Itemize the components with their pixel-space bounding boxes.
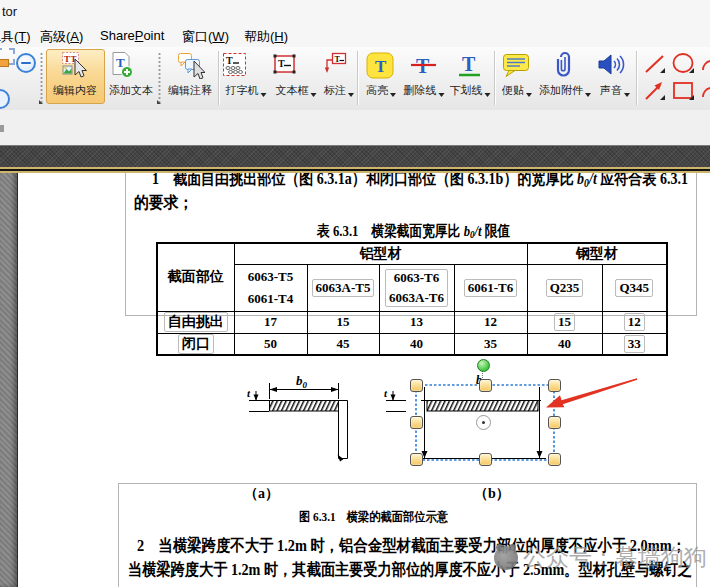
col-header: 6061-T6 [454, 264, 527, 311]
edit-content-label: 编辑内容 [53, 83, 97, 98]
highlight-icon: T [366, 52, 394, 79]
selection-handle-s[interactable] [479, 453, 492, 466]
table-group-steel: 钢型材 [527, 243, 667, 264]
selection-handle-se[interactable] [548, 453, 561, 466]
partial-circle-button[interactable] [0, 89, 10, 109]
table-cell: 35 [454, 333, 527, 355]
row-label: 闭口 [157, 333, 234, 355]
rotate-handle[interactable] [477, 359, 490, 372]
col-header: Q235 [527, 264, 602, 311]
svg-text:T: T [462, 53, 476, 75]
limits-table: 截面部位 铝型材 钢型材 6063-T56061-T4 6063A-T5 606… [156, 242, 668, 356]
table-title: 表 6.3.1 横梁截面宽厚比 b0/t 限值 [317, 222, 510, 241]
sound-label[interactable]: 声音 [600, 83, 630, 98]
underline-label[interactable]: 下划线 [450, 83, 491, 98]
table-cell: 50 [234, 333, 307, 355]
window-titlebar: tor [0, 0, 710, 22]
table-corner-cell: 截面部位 [157, 243, 234, 311]
sticky-note-label[interactable]: 便贴 [502, 83, 532, 98]
figure-label-a: （a） [244, 485, 279, 503]
table-cell: 40 [527, 333, 602, 355]
selection-handle-n[interactable] [479, 379, 492, 392]
figure-caption: 图 6.3.1 横梁的截面部位示意 [299, 509, 448, 526]
table-cell: 45 [307, 333, 379, 355]
row-label: 自由挑出 [157, 311, 234, 333]
selection-handle-e[interactable] [548, 416, 561, 429]
col-header: 6063A-T5 [307, 264, 379, 311]
figure-label-b: （b） [474, 485, 510, 503]
table-cell: 33 [602, 333, 667, 355]
table-cell: 15 [307, 311, 379, 333]
partial-tool-icons [701, 52, 710, 103]
attachment-icon [553, 50, 577, 80]
selection-handle-w[interactable] [410, 416, 423, 429]
edit-annotation-label: 编辑注释 [168, 83, 212, 98]
menu-sharepoint[interactable]: SharePoint [96, 26, 168, 45]
table-cell: 15 [527, 311, 602, 333]
ellipse-tool-icon[interactable] [671, 52, 697, 76]
add-text-label: 添加文本 [109, 83, 153, 98]
selection-handle-nw[interactable] [410, 379, 423, 392]
selection-center-marker [476, 415, 491, 430]
menu-window[interactable]: 窗口(W) [178, 26, 233, 48]
table-cell: 40 [379, 333, 454, 355]
highlight-label[interactable]: 高亮 [366, 83, 396, 98]
strikethrough-label[interactable]: 删除线 [404, 83, 445, 98]
edit-content-icon: T T [61, 51, 88, 79]
table-cell: 12 [602, 311, 667, 333]
svg-text:T: T [226, 55, 233, 66]
watermark: 公众号：幕墙狗狗 [494, 542, 707, 573]
gold-divider [0, 167, 710, 173]
strikethrough-icon: T [410, 52, 437, 79]
col-header: 6063-T66063A-T6 [379, 264, 454, 311]
menu-help[interactable]: 帮助(H) [240, 26, 292, 48]
partial-icon-2 [0, 59, 9, 67]
svg-text:T: T [64, 54, 70, 64]
toolbar-substrip [0, 110, 710, 145]
arrow-tool-icon[interactable] [642, 79, 668, 103]
svg-text:T: T [335, 55, 341, 64]
table-cell: 12 [454, 311, 527, 333]
edit-annotation-icon [177, 51, 205, 79]
window-title: tor [2, 4, 17, 19]
svg-text:T: T [375, 57, 387, 76]
table-group-aluminum: 铝型材 [234, 243, 527, 264]
svg-text:T: T [278, 58, 285, 69]
sticky-note-icon [502, 52, 530, 79]
textbox-icon: T [272, 52, 297, 77]
typewriter-label[interactable]: 打字机 [226, 83, 267, 98]
textbox-label[interactable]: 文本框 [276, 83, 317, 98]
pdf-editor-window: 1 截面自由挑出部位（图 6.3.1a）和闭口部位（图 6.3.1b）的宽厚比 … [0, 0, 710, 587]
watermark-logo-icon [494, 546, 518, 570]
svg-text:b0: b0 [296, 373, 308, 390]
document-pane-top-band [0, 145, 710, 169]
menubar: 工具(T) 高级(A) SharePoint 窗口(W) 帮助(H) [0, 22, 710, 47]
table-cell: 17 [234, 311, 307, 333]
para1-line2: 的要求； [134, 192, 193, 214]
table-cell: 13 [379, 311, 454, 333]
svg-text:t: t [384, 387, 388, 399]
underline-icon: T [456, 52, 483, 79]
col-header: 6063-T56061-T4 [234, 264, 307, 311]
typewriter-icon: T [222, 52, 247, 77]
attachment-label[interactable]: 添加附件 [539, 83, 591, 98]
add-text-icon: T [108, 51, 134, 79]
menu-tools[interactable]: 工具(T) [0, 26, 35, 48]
document-canvas-background [0, 145, 17, 587]
edge-fragment [0, 125, 4, 132]
menu-advanced[interactable]: 高级(A) [36, 26, 87, 48]
svg-text:t: t [247, 387, 251, 399]
callout-icon: T [322, 52, 347, 77]
selection-handle-sw[interactable] [410, 453, 423, 466]
line-tool-icon[interactable] [642, 52, 668, 76]
callout-label[interactable]: 标注 [324, 83, 354, 98]
red-arrow-annotation[interactable] [540, 370, 645, 415]
rectangle-tool-icon[interactable] [671, 79, 697, 103]
col-header: Q345 [602, 264, 667, 311]
zoom-out-button[interactable] [16, 53, 36, 73]
toolbar: T T 编辑内容 T 添加文本 编辑注释 T [0, 47, 710, 111]
sound-icon [597, 51, 629, 79]
